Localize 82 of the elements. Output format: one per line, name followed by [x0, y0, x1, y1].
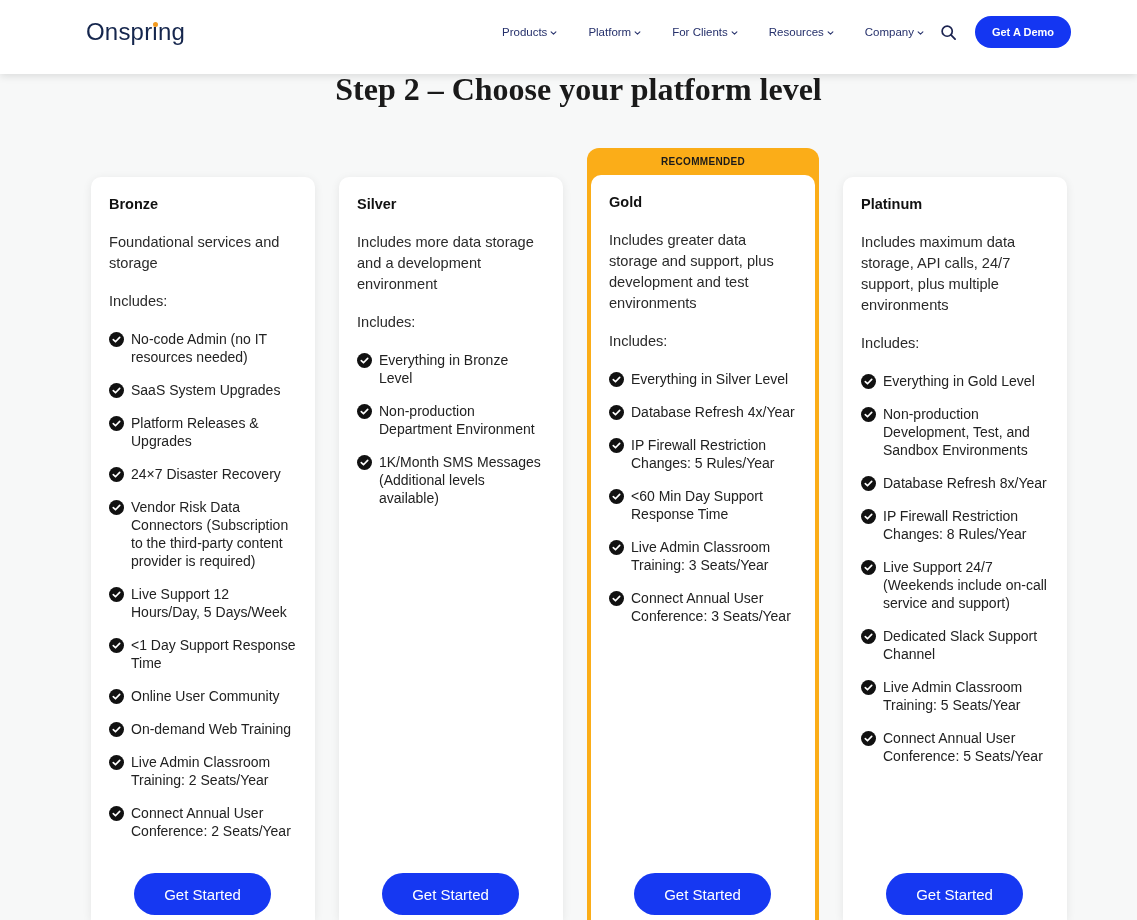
check-icon	[861, 475, 876, 491]
feature-text: Platform Releases & Upgrades	[131, 414, 260, 450]
check-icon	[861, 559, 876, 575]
plan-description: Includes more data storage and a development environment	[357, 233, 535, 294]
feature-text: Live Support 12 Hours/Day, 5 Days/Week	[131, 585, 288, 621]
check-icon	[609, 590, 624, 606]
check-icon	[609, 404, 624, 420]
feature-text: On-demand Web Training	[131, 720, 292, 738]
feature-text: Live Admin Classroom Training: 5 Seats/Year	[883, 678, 1024, 714]
check-icon	[109, 688, 124, 704]
feature-text: Live Support 24/7 (Weekends include on-call service and support)	[883, 558, 1048, 612]
feature-text: Connect Annual User Conference: 5 Seats/Year	[883, 729, 1044, 765]
check-icon	[109, 805, 124, 821]
includes-label: Includes:	[609, 332, 669, 351]
plan-name: Silver	[357, 195, 398, 214]
check-icon	[109, 586, 124, 602]
plan-name: Platinum	[861, 195, 924, 214]
feature-text: Everything in Gold Level	[883, 372, 1035, 390]
plan-description: Includes maximum data storage, API calls, 24/7 support, plus multiple environments	[861, 233, 1017, 315]
check-icon	[109, 466, 124, 482]
feature-text: Vendor Risk Data Connectors (Subscription to the third-party content provider is required)	[131, 498, 290, 570]
get-started-button[interactable]: Get Started	[382, 873, 519, 915]
plan-name: Bronze	[109, 195, 160, 214]
feature-text: Connect Annual User Conference: 3 Seats/Year	[631, 589, 792, 625]
get-started-button[interactable]: Get Started	[886, 873, 1023, 915]
logo-dot-icon	[152, 21, 158, 27]
check-icon	[861, 508, 876, 524]
recommended-label: RECOMMENDED	[661, 155, 745, 169]
check-icon	[609, 539, 624, 555]
feature-text: Everything in Bronze Level	[379, 351, 510, 387]
get-a-demo-button[interactable]: Get A Demo	[975, 16, 1071, 48]
feature-text: Live Admin Classroom Training: 3 Seats/Year	[631, 538, 772, 574]
check-icon	[109, 382, 124, 398]
check-icon	[357, 454, 372, 470]
check-icon	[861, 679, 876, 695]
nav-menu-item[interactable]: For Clients	[672, 26, 738, 38]
nav-menu-item[interactable]: Company	[864, 26, 924, 38]
check-icon	[609, 371, 624, 387]
feature-text: SaaS System Upgrades	[131, 381, 281, 399]
check-icon	[357, 352, 372, 368]
check-icon	[109, 754, 124, 770]
search-icon[interactable]	[941, 24, 956, 40]
check-icon	[109, 637, 124, 653]
check-icon	[109, 415, 124, 431]
check-icon	[609, 488, 624, 504]
check-icon	[357, 403, 372, 419]
feature-text: IP Firewall Restriction Changes: 5 Rules/Year	[631, 436, 776, 472]
check-icon	[109, 721, 124, 737]
includes-label: Includes:	[861, 334, 921, 353]
feature-text: Dedicated Slack Support Channel	[883, 627, 1039, 663]
feature-text: No-code Admin (no IT resources needed)	[131, 330, 268, 366]
nav-menu-item[interactable]: Resources	[768, 26, 834, 38]
feature-text: 24×7 Disaster Recovery	[131, 465, 281, 483]
includes-label: Includes:	[109, 292, 169, 311]
feature-text: Non-production Development, Test, and Sandbox Environments	[883, 405, 1031, 459]
feature-text: Database Refresh 8x/Year	[883, 474, 1047, 492]
feature-text: Live Admin Classroom Training: 2 Seats/Year	[131, 753, 272, 789]
feature-text: <60 Min Day Support Response Time	[631, 487, 764, 523]
get-started-button[interactable]: Get Started	[134, 873, 271, 915]
feature-text: IP Firewall Restriction Changes: 8 Rules/Year	[883, 507, 1028, 543]
logo[interactable]: Onspring	[86, 20, 185, 44]
check-icon	[109, 331, 124, 347]
feature-text: Connect Annual User Conference: 2 Seats/Year	[131, 804, 292, 840]
check-icon	[861, 373, 876, 389]
feature-text: Online User Community	[131, 687, 280, 705]
feature-text: Database Refresh 4x/Year	[631, 403, 795, 421]
check-icon	[609, 437, 624, 453]
plan-description: Includes greater data storage and support, plus development and test environments	[609, 231, 775, 313]
nav-menu-item[interactable]: Products	[502, 26, 558, 38]
plan-name: Gold	[609, 193, 644, 212]
get-started-button[interactable]: Get Started	[634, 873, 771, 915]
check-icon	[861, 628, 876, 644]
feature-text: 1K/Month SMS Messages (Additional levels available)	[379, 453, 542, 507]
check-icon	[861, 406, 876, 422]
includes-label: Includes:	[357, 313, 417, 332]
plan-description: Foundational services and storage	[109, 233, 281, 273]
feature-text: <1 Day Support Response Time	[131, 636, 297, 672]
feature-text: Non-production Department Environment	[379, 402, 536, 438]
check-icon	[861, 730, 876, 746]
check-icon	[109, 499, 124, 515]
nav-menu-item[interactable]: Platform	[588, 26, 642, 38]
feature-text: Everything in Silver Level	[631, 370, 789, 388]
